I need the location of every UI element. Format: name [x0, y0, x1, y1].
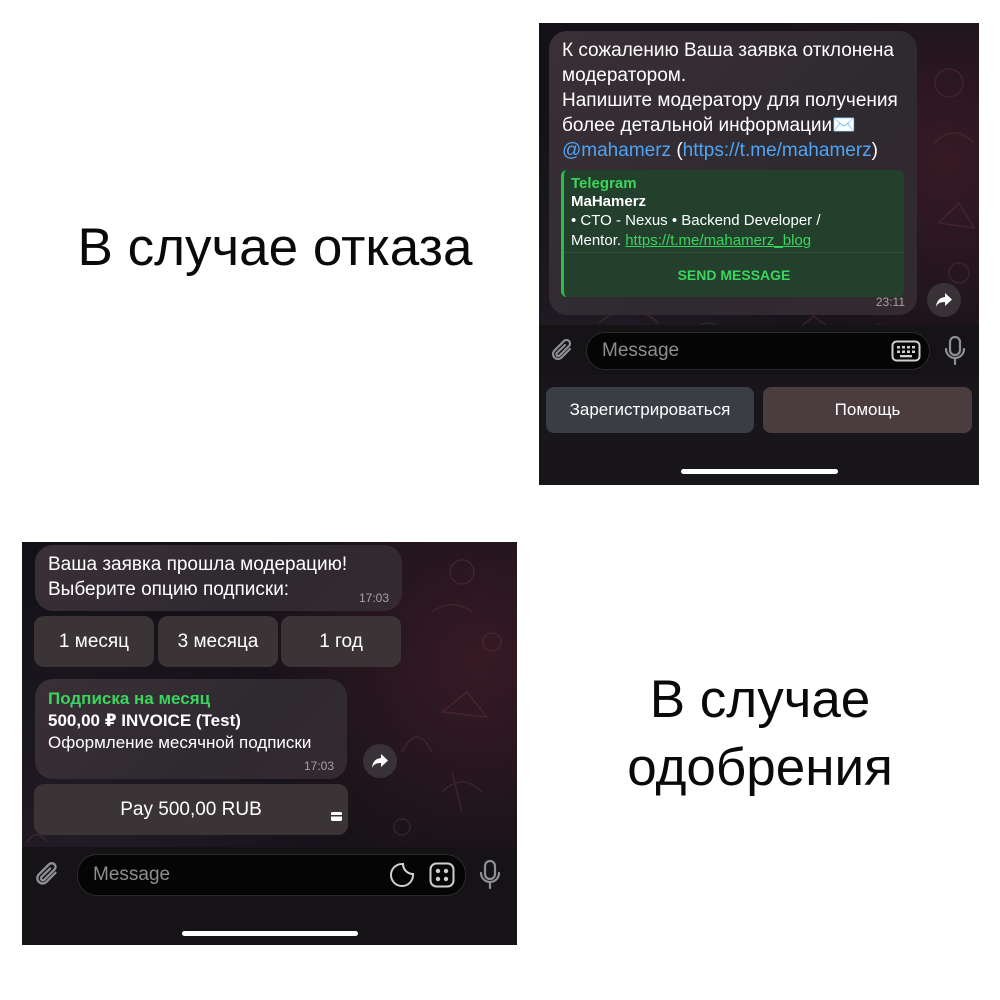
option-3-months-button[interactable]: 3 месяца: [158, 616, 278, 667]
option-1-month-button[interactable]: 1 месяц: [34, 616, 154, 667]
message-line: Выберите опцию подписки:: [48, 579, 290, 600]
card-icon: [331, 790, 342, 821]
invoice-title: Подписка на месяц: [48, 689, 211, 708]
caption-approval-line1: В случае: [649, 670, 871, 729]
message-input[interactable]: Message: [586, 332, 930, 370]
pay-button[interactable]: Pay 500,00 RUB: [34, 784, 348, 835]
message-input-bar: Message: [22, 847, 517, 945]
invoice-bubble: Подписка на месяц 500,00 ₽ INVOICE (Test…: [35, 679, 347, 779]
home-indicator: [182, 931, 358, 936]
message-input[interactable]: Message: [77, 854, 466, 896]
attach-icon[interactable]: [550, 337, 576, 367]
message-input-bar: Message: [539, 325, 979, 381]
message-line: Ваша заявка прошла модерацию!: [48, 554, 348, 575]
approval-screenshot: Ваша заявка прошла модерацию! Выберите о…: [22, 542, 517, 945]
caption-approval-line2: одобрения: [627, 738, 893, 797]
message-input-placeholder: Message: [602, 340, 680, 361]
rejection-screenshot: К сожалению Ваша заявка отклонена модера…: [539, 23, 979, 485]
caption-approval: В случае одобрения: [590, 666, 930, 802]
bot-menu-icon[interactable]: [429, 862, 455, 888]
attach-icon[interactable]: [34, 860, 62, 892]
preview-description: • CTO - Nexus • Backend Developer / Ment…: [571, 211, 901, 251]
option-1-year-button[interactable]: 1 год: [281, 616, 401, 667]
preview-description-prefix: Mentor.: [571, 232, 626, 249]
message-timestamp: 17:03: [358, 591, 389, 605]
reply-keyboard: Зарегистрироваться Помощь: [539, 375, 979, 485]
link-preview-card[interactable]: Telegram MaHamerz • CTO - Nexus • Backen…: [561, 170, 904, 297]
preview-site-name: Telegram: [571, 175, 637, 192]
rejection-message-bubble: К сожалению Ваша заявка отклонена модера…: [549, 31, 917, 315]
keyboard-icon[interactable]: [891, 340, 921, 362]
send-message-button[interactable]: SEND MESSAGE: [564, 252, 904, 297]
microphone-icon[interactable]: [943, 335, 967, 367]
caption-rejection: В случае отказа: [77, 218, 473, 277]
invoice-amount: 500,00 ₽ INVOICE (Test): [48, 711, 241, 730]
message-timestamp: 17:03: [303, 759, 334, 773]
moderator-mention-link[interactable]: @mahamerz: [562, 140, 671, 161]
register-button[interactable]: Зарегистрироваться: [546, 387, 754, 433]
message-line: более детальной информации✉️: [562, 115, 856, 136]
moderator-url-link[interactable]: https://t.me/mahamerz: [683, 140, 872, 161]
invoice-description: Оформление месячной подписки: [48, 733, 312, 752]
message-line: модератором.: [562, 65, 687, 86]
message-timestamp: 23:11: [875, 295, 905, 309]
share-icon[interactable]: [363, 744, 397, 778]
preview-description-line: • CTO - Nexus • Backend Developer /: [571, 212, 821, 229]
sticker-icon[interactable]: [389, 862, 415, 888]
preview-title: MaHamerz: [571, 193, 647, 210]
paren-open: (: [671, 140, 683, 161]
approval-message-bubble: Ваша заявка прошла модерацию! Выберите о…: [35, 545, 402, 611]
home-indicator: [681, 469, 838, 474]
help-button[interactable]: Помощь: [763, 387, 972, 433]
share-icon[interactable]: [927, 283, 961, 317]
message-line: К сожалению Ваша заявка отклонена: [562, 40, 894, 61]
paren-close: ): [871, 140, 878, 161]
pay-button-label: Pay 500,00 RUB: [120, 799, 262, 820]
message-line: Напишите модератору для получения: [562, 90, 898, 111]
microphone-icon[interactable]: [478, 859, 502, 891]
message-input-placeholder: Message: [93, 864, 171, 885]
preview-blog-link[interactable]: https://t.me/mahamerz_blog: [625, 232, 811, 249]
